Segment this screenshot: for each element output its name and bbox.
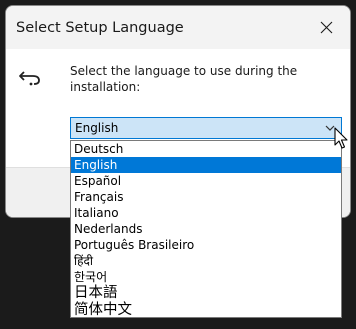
language-option[interactable]: Deutsch: [71, 141, 341, 157]
language-option[interactable]: 日本語: [71, 285, 341, 302]
mouse-pointer-icon: [334, 127, 348, 149]
title-bar: Select Setup Language: [6, 6, 350, 49]
language-option[interactable]: Nederlands: [71, 221, 341, 237]
close-button[interactable]: [304, 6, 350, 49]
language-option[interactable]: English: [71, 157, 341, 173]
combobox-value: English: [75, 121, 119, 135]
close-icon: [320, 21, 333, 34]
language-option[interactable]: हिंदी: [71, 253, 341, 269]
back-arrow-icon: [19, 71, 40, 86]
language-option[interactable]: Italiano: [71, 205, 341, 221]
language-option[interactable]: Français: [71, 189, 341, 205]
language-combobox[interactable]: English: [70, 117, 342, 139]
language-option[interactable]: 简体中文: [71, 302, 341, 317]
language-dropdown-list: Deutsch English Español Français Italian…: [70, 140, 342, 318]
window-title: Select Setup Language: [16, 20, 184, 36]
instruction-text: Select the language to use during the in…: [70, 64, 298, 94]
language-option[interactable]: Português Brasileiro: [71, 237, 341, 253]
language-option[interactable]: 한국어: [71, 269, 341, 285]
language-option[interactable]: Español: [71, 173, 341, 189]
